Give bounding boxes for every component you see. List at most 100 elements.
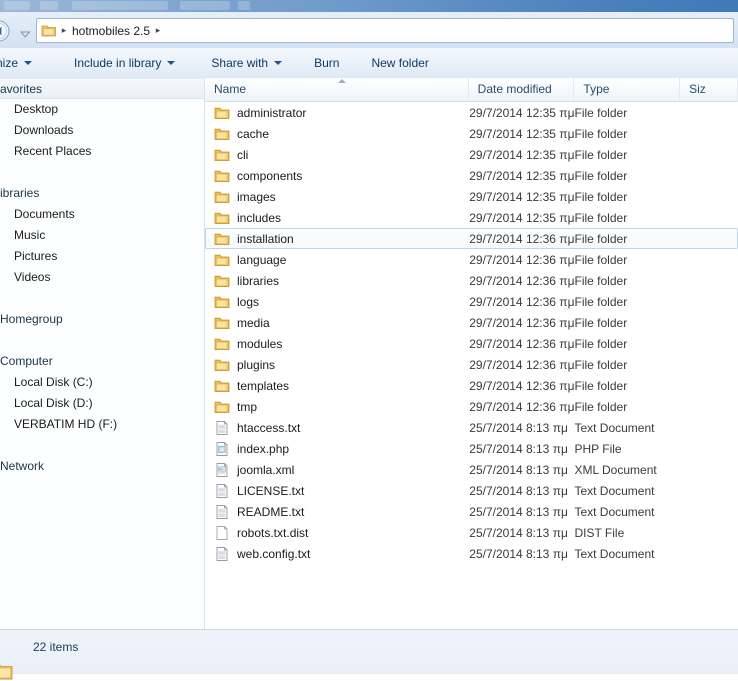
breadcrumb-separator-trailing-icon[interactable]: ▸ — [151, 26, 165, 35]
svg-text:<>: <> — [219, 467, 223, 471]
toolbar-organize-button[interactable]: nize — [0, 52, 41, 74]
file-name-cell: robots.txt.dist — [206, 525, 469, 541]
file-name-cell: htaccess.txt — [206, 420, 469, 436]
address-breadcrumb-box[interactable]: ▸ hotmobiles 2.5 ▸ — [36, 18, 734, 43]
file-name-label: cli — [237, 147, 249, 162]
sidebar-item-recent-places[interactable]: Recent Places — [0, 141, 204, 162]
file-date-modified-cell: 29/7/2014 12:36 πμ — [469, 294, 575, 309]
folder-icon — [0, 664, 13, 680]
file-date-modified-cell: 29/7/2014 12:36 πμ — [469, 273, 575, 288]
file-list-row[interactable]: includes 29/7/2014 12:35 πμ File folder — [205, 207, 738, 228]
folder-icon — [214, 128, 230, 140]
file-list-row[interactable]: <> joomla.xml 25/7/2014 8:13 πμ XML Documen… — [205, 459, 738, 480]
file-name-cell: templates — [206, 378, 469, 394]
sidebar-group-homegroup[interactable]: Homegroup — [0, 309, 204, 330]
toolbar-share-with-button[interactable]: Share with — [202, 52, 291, 74]
file-list-row[interactable]: README.txt 25/7/2014 8:13 πμ Text Document — [205, 501, 738, 522]
sidebar-group-label: avorites — [0, 82, 43, 96]
file-list-row[interactable]: media 29/7/2014 12:36 πμ File folder — [205, 312, 738, 333]
folder-icon — [214, 380, 230, 392]
file-date-modified-cell: 29/7/2014 12:35 πμ — [469, 210, 575, 225]
file-list-row[interactable]: cache 29/7/2014 12:35 πμ File folder — [205, 123, 738, 144]
file-list-row[interactable]: cli 29/7/2014 12:35 πμ File folder — [205, 144, 738, 165]
file-list-row[interactable]: images 29/7/2014 12:35 πμ File folder — [205, 186, 738, 207]
sidebar-item-downloads[interactable]: Downloads — [0, 120, 204, 141]
title-bar-ghost-2 — [40, 1, 58, 10]
file-name-label: logs — [237, 294, 260, 309]
chevron-down-icon — [167, 61, 176, 65]
toolbar-include-in-library-button[interactable]: Include in library — [65, 52, 184, 74]
sidebar-item-music[interactable]: Music — [0, 225, 204, 246]
sidebar-group-spacer — [0, 162, 204, 183]
title-bar-ghost-1 — [4, 1, 30, 10]
file-name-cell: installation — [206, 231, 469, 247]
column-header-type[interactable]: Type — [574, 78, 681, 101]
sidebar-group-network[interactable]: Network — [0, 456, 204, 477]
file-date-modified-cell: 29/7/2014 12:36 πμ — [469, 378, 575, 393]
breadcrumb-item-hotmobiles[interactable]: hotmobiles 2.5 — [71, 24, 151, 38]
folder-icon — [214, 212, 230, 224]
sidebar-item-pictures[interactable]: Pictures — [0, 246, 204, 267]
file-name-cell: <> joomla.xml — [206, 462, 469, 478]
title-bar-ghost-3 — [72, 1, 168, 10]
file-type-cell: File folder — [574, 126, 628, 141]
sidebar-item-label: Local Disk (D:) — [14, 396, 93, 410]
file-list-row[interactable]: index.php 25/7/2014 8:13 πμ PHP File — [205, 438, 738, 459]
file-list-row[interactable]: language 29/7/2014 12:36 πμ File folder — [205, 249, 738, 270]
file-list-row[interactable]: logs 29/7/2014 12:36 πμ File folder — [205, 291, 738, 312]
file-list-row[interactable]: components 29/7/2014 12:35 πμ File folder — [205, 165, 738, 186]
sidebar-item-label: VERBATIM HD (F:) — [14, 417, 118, 431]
file-date-modified-cell: 25/7/2014 8:13 πμ — [469, 504, 568, 519]
back-arrow-icon[interactable] — [0, 20, 12, 42]
folder-icon — [214, 170, 230, 182]
folder-icon — [214, 401, 230, 413]
chevron-down-icon[interactable] — [19, 29, 32, 40]
file-list-row[interactable]: modules 29/7/2014 12:36 πμ File folder — [205, 333, 738, 354]
file-list-row[interactable]: htaccess.txt 25/7/2014 8:13 πμ Text Docume… — [205, 417, 738, 438]
sidebar-group-avorites[interactable]: avorites — [0, 78, 204, 99]
file-date-modified-cell: 29/7/2014 12:36 πμ — [469, 336, 575, 351]
column-header-type-label: Type — [583, 82, 610, 96]
toolbar-new-folder-button[interactable]: New folder — [362, 52, 437, 74]
column-header-name[interactable]: Name — [205, 78, 469, 101]
file-type-cell: File folder — [574, 315, 628, 330]
file-name-cell: media — [206, 315, 469, 331]
file-list-row[interactable]: LICENSE.txt 25/7/2014 8:13 πμ Text Documen… — [205, 480, 738, 501]
address-bar: ▸ hotmobiles 2.5 ▸ — [0, 12, 738, 48]
column-header-date-modified[interactable]: Date modified — [469, 78, 575, 101]
file-name-label: language — [237, 252, 287, 267]
sidebar-item-videos[interactable]: Videos — [0, 267, 204, 288]
file-list-row[interactable]: tmp 29/7/2014 12:36 πμ File folder — [205, 396, 738, 417]
sidebar-group-ibraries[interactable]: ibraries — [0, 183, 204, 204]
sidebar-item-verbatim-hd-f[interactable]: VERBATIM HD (F:) — [0, 414, 204, 435]
file-list-pane: Name Date modified Type Siz administrato… — [205, 78, 738, 629]
folder-icon — [214, 275, 230, 287]
sidebar-group-label: Network — [0, 459, 45, 473]
file-list-row[interactable]: robots.txt.dist 25/7/2014 8:13 πμ DIST Fil… — [205, 522, 738, 543]
file-date-modified-cell: 29/7/2014 12:36 πμ — [469, 399, 575, 414]
command-toolbar: nize Include in library Share with Burn … — [0, 48, 738, 79]
file-name-cell: README.txt — [206, 504, 469, 520]
file-list-row[interactable]: templates 29/7/2014 12:36 πμ File folder — [205, 375, 738, 396]
file-list-row[interactable]: installation 29/7/2014 12:36 πμ File folde… — [205, 228, 738, 249]
sidebar-item-local-disk-d[interactable]: Local Disk (D:) — [0, 393, 204, 414]
sidebar-item-label: Recent Places — [14, 144, 92, 158]
file-list-row[interactable]: plugins 29/7/2014 12:36 πμ File folder — [205, 354, 738, 375]
text-file-icon — [216, 420, 228, 435]
sidebar-group-spacer — [0, 435, 204, 456]
sidebar-group-computer[interactable]: Computer — [0, 351, 204, 372]
toolbar-burn-button[interactable]: Burn — [305, 52, 348, 74]
sidebar-item-label: Downloads — [14, 123, 74, 137]
file-name-cell: language — [206, 252, 469, 268]
file-list-row[interactable]: libraries 29/7/2014 12:36 πμ File folder — [205, 270, 738, 291]
file-list-row[interactable]: web.config.txt 25/7/2014 8:13 πμ Text Docu… — [205, 543, 738, 564]
sidebar-item-local-disk-c[interactable]: Local Disk (C:) — [0, 372, 204, 393]
file-name-cell: logs — [206, 294, 469, 310]
sidebar-item-desktop[interactable]: Desktop — [0, 99, 204, 120]
sidebar-item-documents[interactable]: Documents — [0, 204, 204, 225]
file-date-modified-cell: 25/7/2014 8:13 πμ — [469, 441, 568, 456]
file-date-modified-cell: 29/7/2014 12:35 πμ — [469, 168, 575, 183]
column-header-size[interactable]: Siz — [680, 78, 738, 101]
file-type-cell: PHP File — [574, 441, 622, 456]
file-list-row[interactable]: administrator 29/7/2014 12:35 πμ File fold… — [205, 102, 738, 123]
